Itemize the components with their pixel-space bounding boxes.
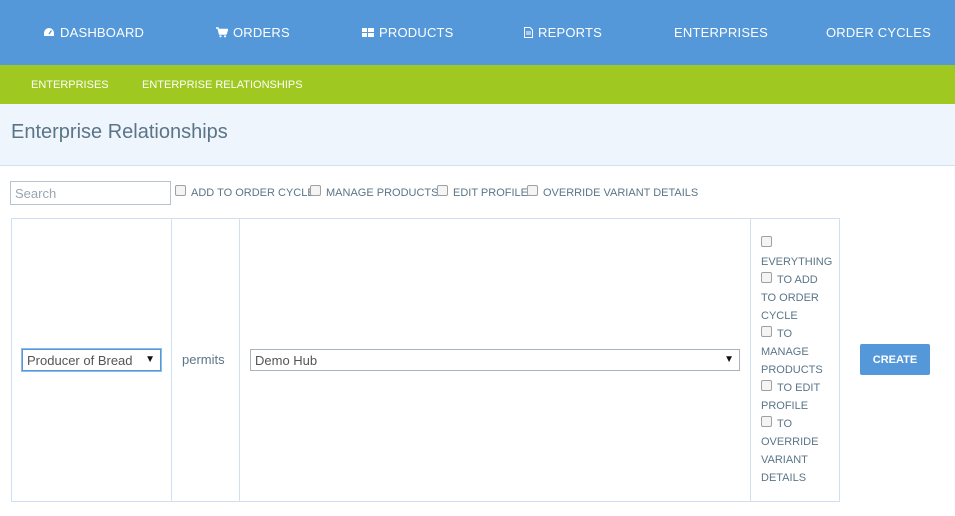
permission-override-variant-label-2: OVERRIDE xyxy=(761,436,819,448)
permission-everything-label: EVERYTHING xyxy=(761,256,833,268)
parent-enterprise-select[interactable]: Producer of Bread ▼ xyxy=(22,349,161,371)
create-button[interactable]: CREATE xyxy=(860,344,930,375)
cart-icon xyxy=(216,27,228,38)
permission-everything-checkbox[interactable] xyxy=(761,236,772,247)
main-navigation: DASHBOARD ORDERS PRODUCTS REPORTS ENTERP… xyxy=(0,0,955,65)
permission-override-variant-label-4: DETAILS xyxy=(761,472,807,484)
search-input[interactable] xyxy=(10,181,171,205)
permission-add-to-order-cycle-checkbox[interactable] xyxy=(761,272,772,283)
filter-edit-profile-checkbox[interactable] xyxy=(437,185,448,196)
filter-add-to-order-cycle-checkbox[interactable] xyxy=(175,185,186,196)
subnav-enterprise-relationships-label: ENTERPRISE RELATIONSHIPS xyxy=(142,78,303,91)
permission-edit-profile-label-2: PROFILE xyxy=(761,400,809,412)
filter-override-variant-details[interactable]: OVERRIDE VARIANT DETAILS xyxy=(527,184,698,199)
document-icon xyxy=(524,27,533,38)
column-divider xyxy=(750,218,751,502)
filter-edit-profile-label: EDIT PROFILE xyxy=(453,187,528,199)
permission-edit-profile-label-1: TO EDIT xyxy=(777,382,821,394)
filter-manage-products-checkbox[interactable] xyxy=(310,185,321,196)
chevron-down-icon: ▼ xyxy=(724,354,734,365)
nav-enterprises-label: ENTERPRISES xyxy=(674,25,768,40)
permits-label: permits xyxy=(182,352,225,367)
nav-products[interactable]: PRODUCTS xyxy=(362,0,454,65)
nav-enterprises[interactable]: ENTERPRISES xyxy=(674,0,768,65)
nav-orders-label: ORDERS xyxy=(233,25,290,40)
permission-manage-products-label-1: TO xyxy=(777,328,793,340)
child-enterprise-select[interactable]: Demo Hub ▼ xyxy=(250,349,740,371)
nav-orders[interactable]: ORDERS xyxy=(216,0,290,65)
chevron-down-icon: ▼ xyxy=(145,354,155,365)
subnav-enterprises-label: ENTERPRISES xyxy=(31,78,109,91)
filter-add-to-order-cycle-label: ADD TO ORDER CYCLE xyxy=(191,187,315,199)
permission-manage-products-checkbox[interactable] xyxy=(761,326,772,337)
filter-override-variant-details-checkbox[interactable] xyxy=(527,185,538,196)
nav-dashboard[interactable]: DASHBOARD xyxy=(43,0,144,65)
nav-reports-label: REPORTS xyxy=(538,25,603,40)
permission-override-variant-label-3: VARIANT xyxy=(761,454,808,466)
permission-edit-profile-checkbox[interactable] xyxy=(761,380,772,391)
page-title: Enterprise Relationships xyxy=(11,121,228,143)
filter-override-variant-details-label: OVERRIDE VARIANT DETAILS xyxy=(543,187,699,199)
permission-override-variant-label-1: TO xyxy=(777,418,793,430)
permission-add-to-order-cycle-label-2: TO ORDER xyxy=(761,292,819,304)
permission-override-variant-checkbox[interactable] xyxy=(761,416,772,427)
subnav-enterprises[interactable]: ENTERPRISES xyxy=(31,65,109,104)
nav-order-cycles[interactable]: ORDER CYCLES xyxy=(826,0,931,65)
filter-manage-products[interactable]: MANAGE PRODUCTS xyxy=(310,184,438,199)
nav-order-cycles-label: ORDER CYCLES xyxy=(826,25,931,40)
grid-icon xyxy=(362,27,374,37)
nav-reports[interactable]: REPORTS xyxy=(524,0,602,65)
permission-manage-products-label-3: PRODUCTS xyxy=(761,364,823,376)
nav-products-label: PRODUCTS xyxy=(379,25,454,40)
permission-manage-products-label-2: MANAGE xyxy=(761,346,809,358)
filter-manage-products-label: MANAGE PRODUCTS xyxy=(326,187,439,199)
filter-add-to-order-cycle[interactable]: ADD TO ORDER CYCLE xyxy=(175,184,315,199)
dashboard-icon xyxy=(44,28,54,36)
nav-dashboard-label: DASHBOARD xyxy=(60,25,145,40)
permission-add-to-order-cycle-label-3: CYCLE xyxy=(761,310,798,322)
column-divider xyxy=(239,218,240,502)
sub-navigation: ENTERPRISES ENTERPRISE RELATIONSHIPS xyxy=(0,65,955,104)
parent-enterprise-value: Producer of Bread xyxy=(27,352,133,368)
filter-edit-profile[interactable]: EDIT PROFILE xyxy=(437,184,528,199)
child-enterprise-value: Demo Hub xyxy=(255,352,318,368)
column-divider xyxy=(171,218,172,502)
subnav-enterprise-relationships[interactable]: ENTERPRISE RELATIONSHIPS xyxy=(142,65,303,104)
permission-add-to-order-cycle-label-1: TO ADD xyxy=(777,274,818,286)
